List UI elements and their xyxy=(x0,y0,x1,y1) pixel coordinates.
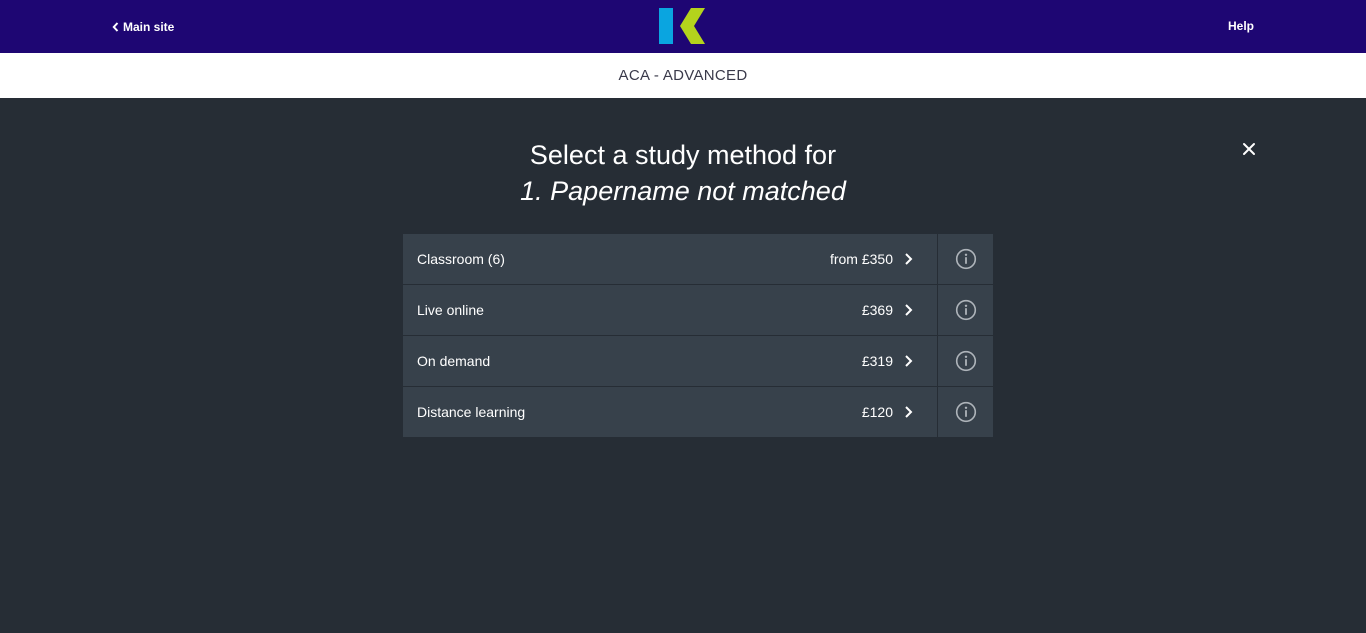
study-method-price: £120 xyxy=(861,404,893,420)
course-title: ACA - ADVANCED xyxy=(618,67,748,84)
course-title-bar: ACA - ADVANCED xyxy=(0,53,1366,98)
help-link[interactable]: Help xyxy=(1228,19,1254,33)
study-method-live-online-button[interactable]: Live online £369 xyxy=(403,285,938,335)
chevron-left-icon xyxy=(112,22,119,32)
study-method-classroom-button[interactable]: Classroom (6) from £350 xyxy=(403,234,938,284)
study-method-list: Classroom (6) from £350 Live online £369 xyxy=(403,234,993,437)
modal-heading: Select a study method for 1. Papername n… xyxy=(0,138,1366,210)
chevron-right-icon xyxy=(905,304,913,316)
study-method-row: On demand £319 xyxy=(403,336,993,387)
info-button[interactable] xyxy=(938,387,993,437)
study-method-name: Live online xyxy=(417,302,484,318)
study-method-row: Distance learning £120 xyxy=(403,387,993,437)
study-method-row: Live online £369 xyxy=(403,285,993,336)
study-method-price: £369 xyxy=(861,302,893,318)
main-site-link[interactable]: Main site xyxy=(112,19,174,35)
kaplan-logo-icon[interactable] xyxy=(658,8,706,44)
study-method-distance-learning-button[interactable]: Distance learning £120 xyxy=(403,387,938,437)
chevron-right-icon xyxy=(905,253,913,265)
study-method-price: from £350 xyxy=(829,251,893,267)
heading-title: Select a study method for xyxy=(529,140,837,170)
top-navigation-bar: Main site Help xyxy=(0,0,1366,53)
info-icon xyxy=(955,299,976,321)
study-method-on-demand-button[interactable]: On demand £319 xyxy=(403,336,938,386)
info-icon xyxy=(955,401,976,423)
chevron-right-icon xyxy=(905,406,913,418)
chevron-right-icon xyxy=(905,355,913,367)
info-button[interactable] xyxy=(938,285,993,335)
info-button[interactable] xyxy=(938,234,993,284)
heading-paper-name: 1. Papername not matched xyxy=(520,176,846,206)
study-method-name: On demand xyxy=(417,353,491,369)
main-site-label: Main site xyxy=(123,20,175,34)
study-method-name: Classroom (6) xyxy=(417,251,505,267)
info-icon xyxy=(955,248,976,270)
info-icon xyxy=(955,350,976,372)
study-method-name: Distance learning xyxy=(417,404,526,420)
info-button[interactable] xyxy=(938,336,993,386)
study-method-row: Classroom (6) from £350 xyxy=(403,234,993,285)
study-method-price: £319 xyxy=(861,353,893,369)
